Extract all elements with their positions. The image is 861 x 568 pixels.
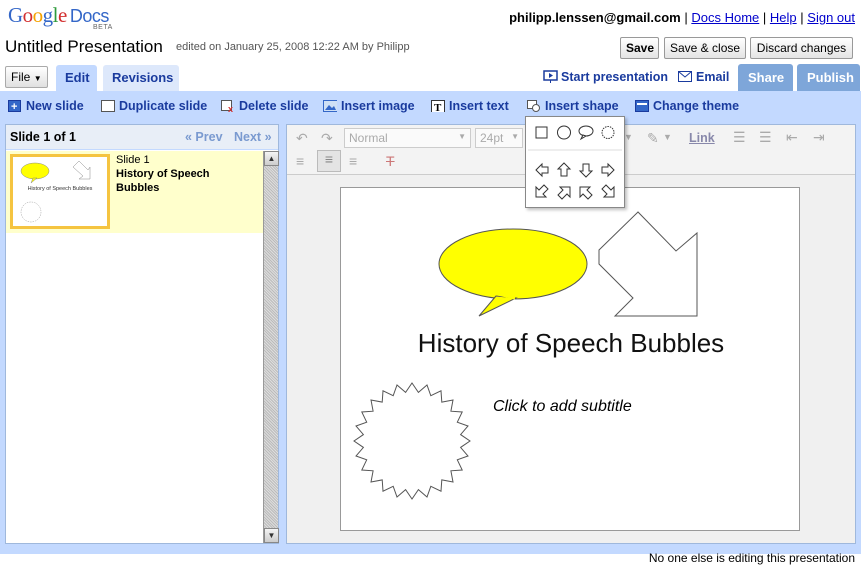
undo-icon[interactable]: ↶ — [296, 130, 308, 147]
align-right-icon[interactable]: ≡ — [349, 153, 357, 169]
slide-number: Slide 1 — [116, 154, 150, 166]
new-slide-icon: + — [8, 100, 21, 112]
arrow-down-shape-option[interactable] — [578, 163, 594, 178]
beta-label: BETA — [93, 24, 113, 31]
file-menu[interactable]: File ▼ — [5, 66, 48, 88]
slide-list-header: Slide 1 of 1 « Prev Next » — [6, 125, 278, 150]
delete-slide-icon: x — [221, 100, 233, 112]
presentation-icon — [543, 70, 558, 83]
redo-icon[interactable]: ↷ — [321, 130, 333, 147]
decrease-indent-icon[interactable]: ⇤ — [786, 129, 798, 146]
arrow-down-left-shape-option[interactable] — [535, 184, 549, 198]
scroll-down-arrow-icon[interactable]: ▼ — [264, 528, 279, 543]
starburst-shape-option[interactable] — [601, 126, 615, 139]
collaboration-status: No one else is editing this presentation — [648, 551, 855, 565]
document-title[interactable]: Untitled Presentation — [5, 37, 163, 57]
arrow-up-left-shape-option[interactable] — [579, 186, 593, 200]
insert-shape-menu — [525, 116, 625, 208]
image-icon — [323, 100, 337, 112]
slide-thumbnail[interactable]: History of Speech Bubbles — [10, 154, 110, 229]
svg-text:+: + — [11, 101, 17, 112]
chevron-down-icon[interactable]: ▼ — [624, 132, 633, 142]
speech-bubble-shape[interactable] — [438, 228, 588, 317]
slide-list-panel: Slide 1 of 1 « Prev Next » History of Sp… — [5, 124, 279, 544]
rectangle-shape-option[interactable] — [535, 126, 548, 139]
arrow-up-right-shape-option[interactable] — [557, 186, 571, 200]
arrow-down-right-shape-option[interactable] — [601, 184, 615, 198]
increase-indent-icon[interactable]: ⇥ — [813, 129, 825, 146]
paragraph-style-select[interactable]: Normal ▼ — [344, 128, 471, 148]
slide-canvas[interactable]: History of Speech Bubbles Click to add s… — [340, 187, 800, 531]
speech-bubble-shape-option[interactable] — [578, 125, 594, 141]
duplicate-slide-button[interactable]: Duplicate slide — [101, 99, 207, 113]
tab-revisions[interactable]: Revisions — [103, 65, 179, 91]
delete-slide-button[interactable]: x Delete slide — [221, 99, 308, 113]
email-link[interactable]: Email — [678, 70, 729, 84]
user-email: philipp.lenssen@gmail.com — [509, 10, 681, 25]
highlight-icon[interactable]: ✎ — [647, 130, 659, 147]
slide-thumbnail-preview: History of Speech Bubbles — [20, 160, 93, 223]
svg-text:x: x — [228, 104, 233, 112]
chevron-down-icon[interactable]: ▼ — [663, 132, 672, 142]
shape-icon — [527, 100, 540, 112]
publish-button[interactable]: Publish — [797, 64, 860, 91]
arrow-up-shape-option[interactable] — [556, 162, 572, 177]
chevron-down-icon: ▼ — [511, 132, 519, 141]
circle-shape-option[interactable] — [557, 125, 571, 140]
link-button[interactable]: Link — [689, 131, 715, 145]
starburst-shape[interactable] — [353, 382, 471, 500]
next-slide-link[interactable]: Next » — [234, 130, 272, 144]
chevron-down-icon: ▼ — [33, 74, 42, 83]
arrow-right-shape-option[interactable] — [601, 162, 615, 178]
start-presentation-link[interactable]: Start presentation — [543, 70, 668, 84]
account-bar: philipp.lenssen@gmail.com | Docs Home | … — [509, 10, 855, 25]
envelope-icon — [678, 71, 692, 82]
save-button[interactable]: Save — [620, 37, 659, 59]
align-left-icon[interactable]: ≡ — [296, 153, 304, 169]
align-center-icon[interactable]: ≡ — [317, 150, 341, 172]
duplicate-slide-icon — [101, 100, 115, 112]
arrow-left-shape-option[interactable] — [535, 162, 549, 178]
sign-out-link[interactable]: Sign out — [807, 10, 855, 25]
new-slide-button[interactable]: + New slide — [8, 99, 84, 113]
svg-text:T: T — [434, 102, 442, 112]
tab-edit[interactable]: Edit — [56, 65, 97, 92]
slide-subtitle[interactable]: Click to add subtitle — [493, 398, 632, 416]
help-link[interactable]: Help — [770, 10, 797, 25]
prev-slide-link[interactable]: « Prev — [185, 130, 223, 144]
slide-title[interactable]: History of Speech Bubbles — [341, 328, 801, 359]
slide-title-preview: History of Speech Bubbles — [116, 168, 210, 194]
svg-text:History of Speech Bubbles: History of Speech Bubbles — [28, 186, 93, 192]
arrow-shape[interactable] — [598, 211, 698, 317]
scroll-up-arrow-icon[interactable]: ▲ — [264, 151, 279, 166]
slide-list-item[interactable]: History of Speech Bubbles Slide 1 Histor… — [6, 151, 263, 233]
numbered-list-icon[interactable]: ☰ — [733, 129, 746, 146]
text-icon: T — [431, 100, 445, 112]
insert-shape-button[interactable]: Insert shape — [527, 99, 619, 113]
share-button[interactable]: Share — [738, 64, 793, 91]
slide-list-scrollbar[interactable]: ▲ ▼ — [263, 151, 279, 543]
chevron-down-icon: ▼ — [458, 132, 466, 141]
insert-text-button[interactable]: T Insert text — [431, 99, 509, 113]
slide-shapes — [353, 211, 698, 500]
theme-icon — [635, 100, 649, 112]
clear-format-icon[interactable]: T — [386, 153, 395, 169]
font-size-select[interactable]: 24pt ▼ — [475, 128, 523, 148]
change-theme-button[interactable]: Change theme — [635, 99, 739, 113]
save-close-button[interactable]: Save & close — [664, 37, 746, 59]
docs-home-link[interactable]: Docs Home — [691, 10, 759, 25]
insert-image-button[interactable]: Insert image — [323, 99, 415, 113]
slide-count: Slide 1 of 1 — [10, 130, 76, 144]
discard-changes-button[interactable]: Discard changes — [750, 37, 853, 59]
bulleted-list-icon[interactable]: ☰ — [759, 129, 772, 146]
edited-info: edited on January 25, 2008 12:22 AM by P… — [176, 41, 410, 53]
